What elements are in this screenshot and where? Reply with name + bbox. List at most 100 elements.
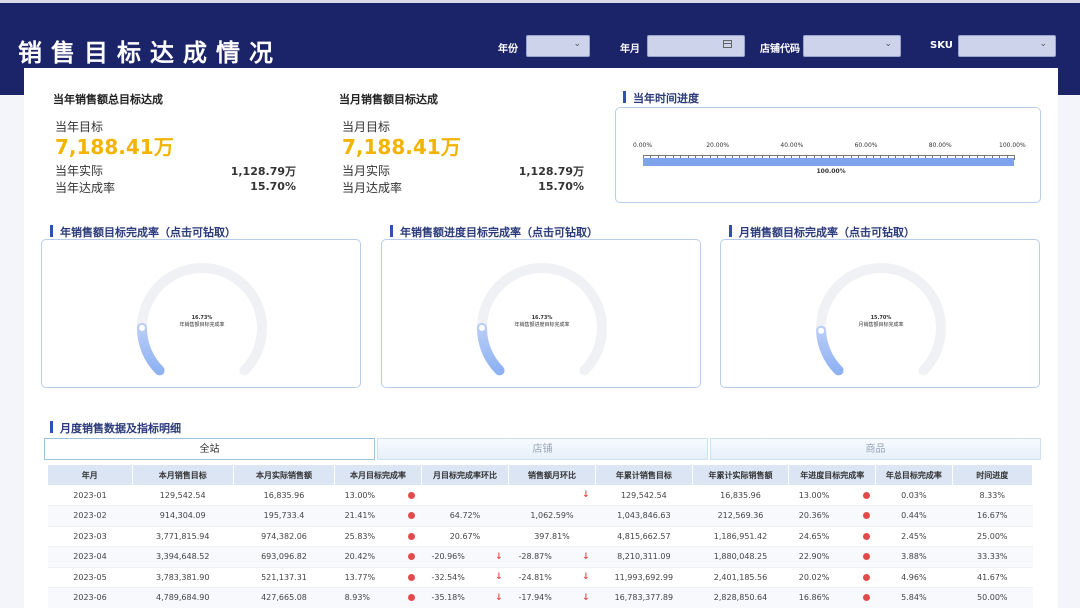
gauge-card-year[interactable]: 16.73% 年销售额目标完成率	[41, 239, 361, 388]
table-cell: 1,062.59%	[508, 505, 596, 527]
table-cell: 33.33%	[952, 546, 1033, 568]
cell-content: 25.83%	[335, 532, 422, 541]
table-row[interactable]: 2023-05 3,783,381.90 521,137.31 13.77% -32.5…	[48, 567, 1033, 588]
table-row[interactable]: 2023-03 3,771,815.94 974,382.06 25.83% 20.67…	[48, 526, 1033, 547]
kpi-year-actual-value: 1,128.79万	[230, 165, 296, 178]
table-cell: 2,401,185.56	[692, 567, 789, 588]
cell-value: -24.81%	[518, 572, 552, 582]
status-dot-icon	[862, 532, 870, 540]
header-top-line	[0, 0, 1080, 3]
year-select[interactable]: ⌄	[526, 35, 590, 57]
month-date-picker[interactable]	[647, 35, 745, 57]
table-cell: 13.77%	[334, 567, 422, 588]
chevron-down-icon: ⌄	[1039, 39, 1047, 49]
column-header[interactable]: 本月实际销售额	[233, 465, 336, 485]
cell-value: 16.86%	[798, 593, 830, 603]
table-cell: 3,771,815.94	[132, 526, 234, 547]
time-progress-value: 100.00%	[816, 168, 846, 175]
table-cell: 974,382.06	[233, 526, 335, 547]
table-cell: 397.81%	[508, 526, 596, 547]
table-cell: 2023-01	[48, 485, 132, 506]
table-cell: 4.96%	[875, 567, 953, 588]
filter-label-year: 年份	[498, 44, 518, 55]
arrow-down-icon: ↓	[494, 592, 503, 603]
table-cell: 41.67%	[952, 567, 1033, 588]
cell-content: ↓	[508, 490, 595, 500]
detail-table: 年月 本月销售目标 本月实际销售额 本月目标完成率 月目标完成率环比 销售额月环比 年累计销…	[48, 465, 1034, 608]
gauge-month-caption: 月销售额目标完成率	[858, 322, 904, 328]
table-cell: 22.90%	[788, 546, 876, 568]
cell-content: 20.02%	[789, 573, 876, 582]
cell-value: 20.02%	[798, 572, 830, 582]
column-header[interactable]: 月目标完成率环比	[421, 465, 509, 485]
cell-value: 13.00%	[798, 490, 830, 500]
column-header[interactable]: 年累计实际销售额	[692, 465, 790, 485]
status-dot-icon	[408, 553, 416, 561]
cell-content: -24.81% ↓	[508, 572, 595, 582]
table-cell: 2.45%	[875, 526, 953, 547]
cell-content: 13.00%	[789, 491, 876, 500]
tab-store[interactable]: 店铺	[377, 438, 708, 460]
arrow-down-icon: ↓	[581, 592, 590, 603]
cell-content: -32.54% ↓	[421, 572, 508, 582]
status-dot-icon	[862, 512, 870, 520]
column-header[interactable]: 年累计销售目标	[595, 465, 693, 485]
kpi-year-title: 当年销售额总目标达成	[53, 93, 163, 106]
tab-all-site[interactable]: 全站	[44, 438, 375, 460]
sku-select[interactable]: ⌄	[958, 35, 1056, 57]
arrow-down-icon: ↓	[581, 572, 590, 583]
table-cell: 1,186,951.42	[692, 526, 789, 547]
cell-content: 13.00%	[335, 491, 422, 500]
column-header[interactable]: 本月目标完成率	[334, 465, 422, 485]
table-cell: 5.84%	[875, 587, 953, 608]
table-cell: 20.02%	[788, 567, 876, 588]
table-cell: 11,993,692.99	[595, 567, 693, 588]
table-cell: 50.00%	[952, 587, 1033, 608]
column-header[interactable]: 年进度目标完成率	[788, 465, 877, 485]
table-cell: -35.18% ↓	[421, 587, 509, 608]
table-row[interactable]: 2023-04 3,394,648.52 693,096.82 20.42% -20.9…	[48, 546, 1033, 568]
arrow-down-icon: ↓	[581, 551, 590, 562]
table-cell: 129,542.54	[595, 485, 693, 506]
cell-content: -28.87% ↓	[508, 552, 595, 562]
table-cell: 2,828,850.64	[692, 587, 789, 608]
cell-value: 21.41%	[344, 511, 376, 521]
cell-value: -20.96%	[431, 552, 465, 562]
store-code-select[interactable]: ⌄	[803, 35, 901, 57]
kpi-month-rate-label: 当月达成率	[342, 181, 403, 195]
detail-title: 月度销售数据及指标明细	[50, 420, 181, 436]
table-cell: 20.42%	[334, 546, 422, 568]
column-header[interactable]: 本月销售目标	[132, 465, 234, 485]
column-header[interactable]: 销售额月环比	[508, 465, 596, 485]
column-header[interactable]: 年总目标完成率	[875, 465, 953, 485]
table-cell: 3,394,648.52	[132, 546, 234, 568]
filter-label-sku: SKU	[930, 40, 953, 51]
table-row[interactable]: 2023-01 129,542.54 16,835.96 13.00% ↓ 129,542…	[48, 485, 1033, 506]
cell-value: 13.00%	[344, 490, 376, 500]
cell-value: 20.42%	[344, 552, 376, 562]
gauge-year-progress-value: 16.73%	[531, 315, 553, 321]
column-header[interactable]: 年月	[48, 465, 133, 485]
kpi-month-actual-value: 1,128.79万	[518, 165, 584, 178]
gauge-card-year-progress[interactable]: 16.73% 年销售额进度目标完成率	[381, 239, 701, 388]
status-dot-icon	[862, 553, 870, 561]
ruler-tick	[1014, 155, 1015, 160]
cell-content: -35.18% ↓	[421, 593, 508, 603]
table-cell: 8.93%	[334, 587, 422, 608]
table-row[interactable]: 2023-02 914,304.09 195,733.4 21.41% 64.72% 1,…	[48, 505, 1033, 527]
column-header[interactable]: 时间进度	[952, 465, 1034, 485]
cell-content: 22.90%	[789, 552, 876, 561]
status-dot-icon	[408, 573, 416, 581]
cell-content: 16.86%	[789, 593, 876, 602]
gauge-year-progress-center: 16.73% 年销售额进度目标完成率	[492, 315, 592, 328]
tab-product[interactable]: 商品	[710, 438, 1041, 460]
table-cell: 195,733.4	[233, 505, 335, 527]
table-cell: 13.00%	[788, 485, 876, 506]
table-row[interactable]: 2023-06 4,789,684.90 427,665.08 8.93% -35.18…	[48, 587, 1033, 608]
table-cell: 16,835.96	[692, 485, 789, 506]
time-progress-card[interactable]: 0.00% 20.00% 40.00% 60.00% 80.00% 100.00% 100.…	[615, 107, 1041, 203]
table-header-row: 年月 本月销售目标 本月实际销售额 本月目标完成率 月目标完成率环比 销售额月环比 年累计销…	[48, 465, 1034, 485]
table-cell: -32.54% ↓	[421, 567, 509, 588]
status-dot-icon	[408, 532, 416, 540]
gauge-card-month[interactable]: 15.70% 月销售额目标完成率	[720, 239, 1040, 388]
